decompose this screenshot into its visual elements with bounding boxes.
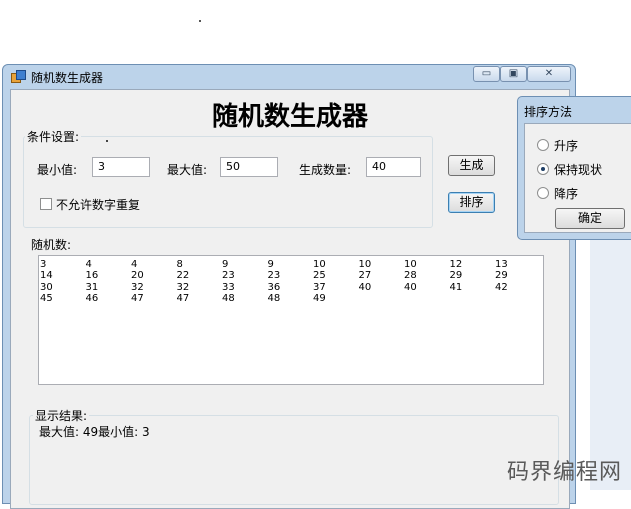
number-cell: 40 [404,281,417,293]
number-cell: 12 [449,259,463,270]
number-cell: 9 [222,259,229,270]
app-icon [11,70,26,83]
title-bar[interactable]: 随机数生成器 ▭ ▣ ✕ [3,65,575,87]
number-cell: 4 [85,259,92,270]
number-cell: 48 [267,292,281,304]
ok-button[interactable]: 确定 [555,208,625,229]
main-window: 随机数生成器 ▭ ▣ ✕ 随机数生成器 条件设置: 最小值: 3 最大值: 50… [2,64,576,509]
number-cell: 13 [495,259,508,270]
number-cell: 47 [176,292,190,304]
count-input[interactable]: 40 [366,157,421,177]
radio-ascending[interactable] [537,139,549,151]
sort-dialog: 排序方法 升序 保持现状 降序 确定 [517,96,631,240]
number-cell: 10 [358,259,372,270]
number-cell: 33 [222,281,235,293]
number-cell: 42 [495,281,508,293]
radio-selected-dot [541,167,545,171]
number-cell: 48 [222,292,235,304]
minimize-button[interactable]: ▭ [473,66,500,82]
number-cell: 40 [358,281,372,293]
number-cell: 37 [313,281,326,293]
radio-descending[interactable] [537,187,549,199]
number-cell: 10 [313,259,326,270]
no-duplicate-label[interactable]: 不允许数字重复 [56,196,140,213]
number-cell: 29 [449,270,463,282]
number-cell: 8 [176,259,183,270]
radio-keep-current-label[interactable]: 保持现状 [554,161,602,178]
background-window-edge [590,240,631,490]
count-label: 生成数量: [299,163,352,177]
number-cell: 3 [40,259,47,270]
number-cell: 30 [40,281,53,293]
number-cell: 47 [131,292,144,304]
result-text: 最大值: 49最小值: 3 [39,425,150,439]
max-value-input[interactable]: 50 [220,157,278,177]
max-value-label: 最大值: [167,163,208,177]
settings-group-label: 条件设置: [25,128,82,145]
number-cell: 36 [267,281,281,293]
sort-button[interactable]: 排序 [448,192,495,213]
number-cell: 4 [131,259,138,270]
min-value-input[interactable]: 3 [92,157,150,177]
result-label: 显示结果: [33,407,90,424]
number-cell: 31 [85,281,99,293]
dialog-body: 升序 保持现状 降序 确定 [524,123,631,233]
number-cell: 28 [404,270,417,282]
dialog-title: 排序方法 [524,105,573,119]
number-cell: 14 [40,270,53,282]
close-button[interactable]: ✕ [527,66,571,82]
random-numbers-textbox[interactable]: 3 4 4 8 9 9 10 10 10 12 13 14 16 20 22 23 23 25 27 28 29 29 30… [38,255,544,385]
number-cell: 9 [267,259,274,270]
settings-group [23,136,433,228]
number-cell: 45 [40,292,53,304]
page-heading: 随机数生成器 [211,102,368,132]
no-duplicate-checkbox[interactable] [40,198,52,210]
generate-button[interactable]: 生成 [448,155,495,176]
maximize-button[interactable]: ▣ [500,66,527,82]
number-cell: 29 [495,270,508,282]
watermark-text: 码界编程网 [507,460,623,485]
number-cell: 46 [85,292,99,304]
number-cell: 32 [176,281,190,293]
radio-keep-current[interactable] [537,163,549,175]
cursor-dot [106,140,108,142]
client-area: 随机数生成器 条件设置: 最小值: 3 最大值: 50 生成数量: 40 不允许… [10,89,570,509]
number-cell: 49 [313,292,326,304]
min-value-label: 最小值: [37,163,78,177]
number-cell: 20 [131,270,144,282]
number-cell: 16 [85,270,99,282]
random-numbers-label: 随机数: [31,238,72,252]
number-cell: 32 [131,281,144,293]
window-title: 随机数生成器 [31,71,104,85]
number-cell: 10 [404,259,417,270]
number-cell: 23 [222,270,235,282]
number-cell: 22 [176,270,190,282]
radio-ascending-label[interactable]: 升序 [554,137,578,154]
radio-descending-label[interactable]: 降序 [554,185,578,202]
number-cell: 41 [449,281,463,293]
number-cell: 25 [313,270,326,282]
number-cell: 27 [358,270,372,282]
number-cell: 23 [267,270,281,282]
stray-dot [199,20,201,22]
